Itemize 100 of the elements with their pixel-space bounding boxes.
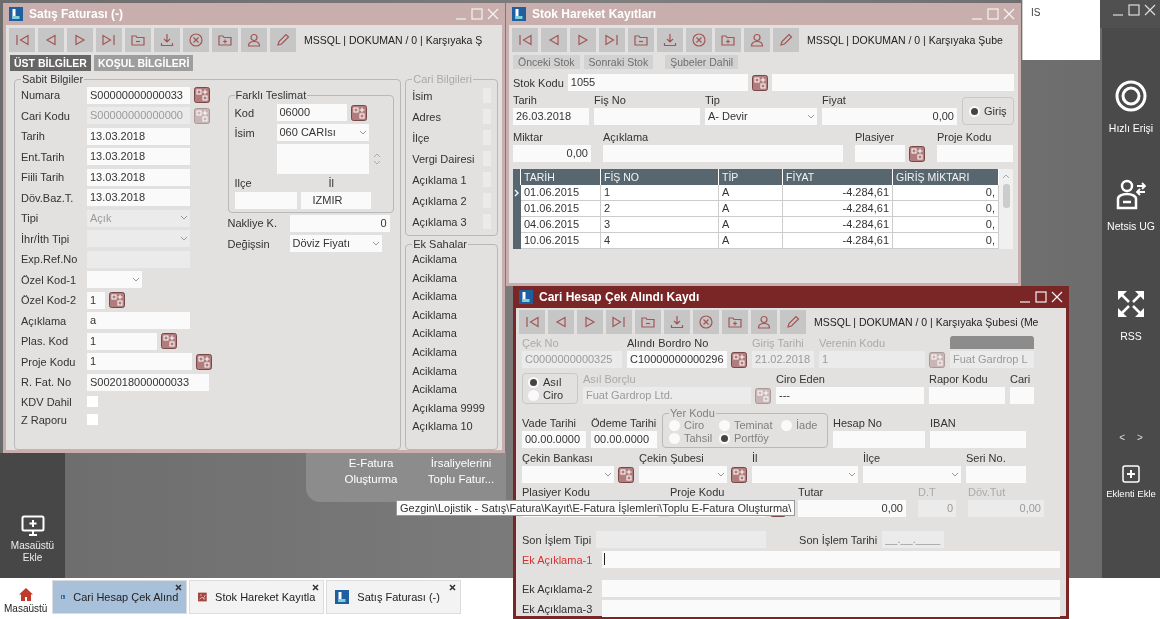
- input-field[interactable]: 1: [87, 291, 105, 309]
- toolbar-button[interactable]: [693, 310, 719, 334]
- input-field[interactable]: [603, 145, 843, 162]
- toolbar-button[interactable]: [577, 310, 603, 334]
- toolbar-button[interactable]: [751, 310, 777, 334]
- toolbar-button[interactable]: [686, 28, 712, 52]
- input-field[interactable]: S00000000000033: [87, 86, 190, 104]
- input-field[interactable]: 06000: [276, 104, 347, 121]
- input-field[interactable]: 1055: [567, 74, 748, 91]
- input-field[interactable]: 1: [87, 353, 192, 371]
- taskbar-tab[interactable]: Satış Faturası (-): [326, 580, 462, 614]
- input-field[interactable]: 00.00.0000: [522, 431, 586, 448]
- toolbar-button[interactable]: [519, 310, 545, 334]
- add-plugin-button[interactable]: Eklenti Ekle: [1106, 465, 1156, 499]
- toolbar-button[interactable]: [744, 28, 770, 52]
- toolbar-button[interactable]: [606, 310, 632, 334]
- input-field[interactable]: 0,00: [513, 145, 591, 162]
- toolbar-button[interactable]: [548, 310, 574, 334]
- lookup-button[interactable]: [751, 74, 768, 91]
- column-header[interactable]: FİYAT: [783, 169, 893, 185]
- input-field[interactable]: [930, 431, 1026, 448]
- input-field[interactable]: [929, 387, 1005, 404]
- lookup-button[interactable]: [731, 351, 747, 368]
- lookup-button[interactable]: [196, 353, 212, 370]
- lookup-button[interactable]: [929, 351, 945, 368]
- scrollbar[interactable]: [999, 169, 1013, 249]
- input-field[interactable]: [602, 551, 1060, 568]
- close-icon[interactable]: [449, 584, 457, 591]
- lookup-button[interactable]: [161, 333, 177, 350]
- scroll-button[interactable]: >: [1137, 432, 1143, 443]
- input-field[interactable]: 00.00.0000: [591, 431, 657, 448]
- input-field[interactable]: 26.03.2018: [513, 108, 589, 125]
- toolbar-button[interactable]: [599, 28, 625, 52]
- input-field[interactable]: [833, 431, 925, 448]
- lookup-button[interactable]: [755, 387, 771, 404]
- input-field[interactable]: C10000000000296: [627, 351, 727, 368]
- lookup-button[interactable]: [618, 466, 634, 483]
- lookup-button[interactable]: [109, 292, 125, 309]
- toolbar-button[interactable]: [664, 310, 690, 334]
- input-field[interactable]: 13.03.2018: [87, 127, 190, 145]
- input-field[interactable]: [602, 580, 1060, 597]
- checkbox[interactable]: [87, 396, 98, 407]
- sidebar-button[interactable]: Netsis UG: [1107, 178, 1155, 232]
- home-button[interactable]: Masaüstü: [2, 580, 51, 614]
- radio-button[interactable]: Asıl: [528, 376, 572, 388]
- toolbar-button[interactable]: [570, 28, 596, 52]
- toolbar-button[interactable]: [635, 310, 661, 334]
- add-desktop-button[interactable]: Masaüstü Ekle: [7, 515, 58, 564]
- toolbar-button[interactable]: [657, 28, 683, 52]
- toolbar-button[interactable]: [780, 310, 806, 334]
- input-field[interactable]: 13.03.2018: [87, 168, 190, 186]
- input-field[interactable]: [966, 466, 1026, 483]
- dropdown[interactable]: Döviz Fiyatı: [289, 235, 382, 253]
- toolbar-button[interactable]: [125, 28, 151, 52]
- input-field[interactable]: [594, 108, 700, 125]
- scroll-thumb[interactable]: [1002, 184, 1010, 208]
- maximize-icon[interactable]: [1128, 4, 1140, 16]
- lookup-button[interactable]: [731, 466, 747, 483]
- checkbox[interactable]: [87, 414, 98, 425]
- toolbar-button[interactable]: [96, 28, 122, 52]
- dropdown[interactable]: 060 CARIsı: [276, 124, 369, 141]
- toolbar-button[interactable]: [212, 28, 238, 52]
- taskbar-tab[interactable]: Stok Hareket Kayıtla: [189, 580, 325, 614]
- input-field[interactable]: S002018000000033: [87, 373, 209, 391]
- input-field[interactable]: 13.03.2018: [87, 148, 190, 166]
- input-field[interactable]: 13.03.2018: [87, 189, 190, 207]
- close-icon[interactable]: [175, 584, 183, 591]
- toolbar-button[interactable]: [722, 310, 748, 334]
- scroll-button[interactable]: <: [1119, 432, 1125, 443]
- taskbar-tab[interactable]: Cari Hesap Çek Alınd: [52, 580, 188, 614]
- radio-button[interactable]: Giriş: [969, 105, 1007, 117]
- toolbar-button[interactable]: [270, 28, 296, 52]
- close-icon[interactable]: [312, 584, 320, 591]
- toolbar-button[interactable]: [773, 28, 799, 52]
- lookup-button[interactable]: [350, 104, 367, 121]
- column-header[interactable]: GİRİŞ MİKTARI: [893, 169, 999, 185]
- column-header[interactable]: FİŞ NO: [601, 169, 719, 185]
- toolbar-button[interactable]: [67, 28, 93, 52]
- input-field[interactable]: 0: [289, 214, 390, 232]
- input-field[interactable]: a: [87, 312, 190, 330]
- column-header[interactable]: TİP: [719, 169, 783, 185]
- toolbar-button[interactable]: [241, 28, 267, 52]
- sidebar-button[interactable]: RSS: [1115, 288, 1147, 342]
- input-field[interactable]: ---: [776, 387, 924, 404]
- lookup-button[interactable]: [909, 145, 925, 162]
- input-field[interactable]: 0,00: [822, 108, 957, 125]
- column-header[interactable]: TARİH: [521, 169, 601, 185]
- toolbar-button[interactable]: [9, 28, 35, 52]
- input-field[interactable]: IZMIR: [300, 192, 371, 209]
- lookup-button[interactable]: [194, 87, 210, 104]
- toolbar-button[interactable]: [154, 28, 180, 52]
- toolbar-button[interactable]: [541, 28, 567, 52]
- toolbar-button[interactable]: [628, 28, 654, 52]
- toolbar-button[interactable]: [183, 28, 209, 52]
- toolbar-button[interactable]: [715, 28, 741, 52]
- input-field[interactable]: [937, 145, 1013, 162]
- input-field[interactable]: [1010, 387, 1034, 404]
- radio-button[interactable]: Ciro: [528, 389, 572, 401]
- input-field[interactable]: 0,00: [798, 500, 906, 517]
- input-field[interactable]: [234, 192, 297, 209]
